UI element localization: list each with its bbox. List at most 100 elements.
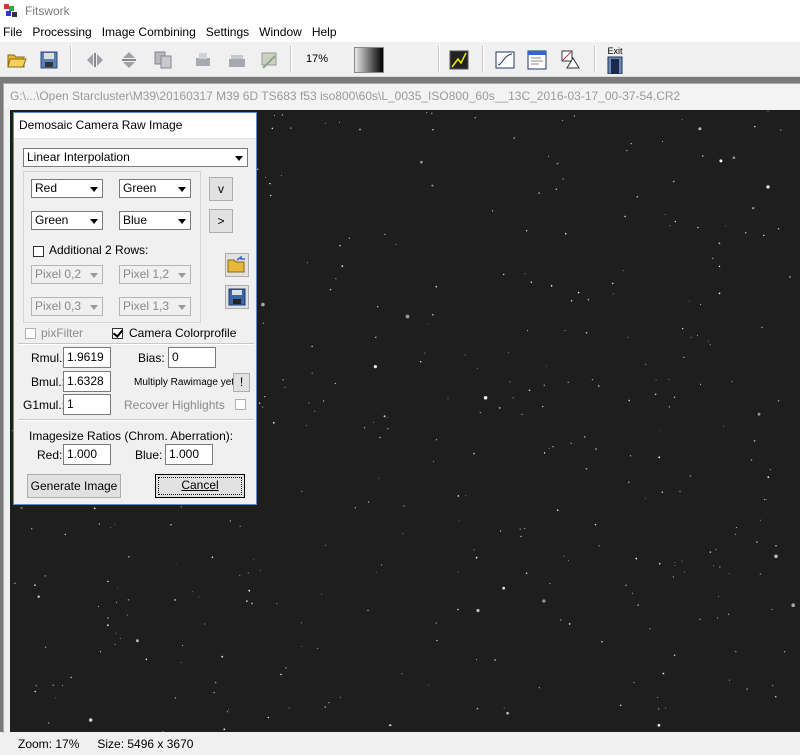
star xyxy=(262,406,264,408)
save-pattern-button[interactable] xyxy=(225,285,249,309)
menu-window[interactable]: Window xyxy=(256,25,309,39)
star xyxy=(513,137,515,139)
star xyxy=(595,448,597,450)
star xyxy=(519,528,521,530)
pixel-0-0-select[interactable]: Red xyxy=(31,179,103,198)
scanner-button[interactable] xyxy=(224,47,250,73)
generate-image-button[interactable]: Generate Image xyxy=(27,474,121,498)
star xyxy=(734,533,736,535)
star xyxy=(668,378,670,380)
star xyxy=(377,306,379,308)
star xyxy=(700,383,701,385)
pixel-1-1-select[interactable]: Blue xyxy=(119,211,191,230)
star xyxy=(538,192,540,194)
pixel-0-1-select[interactable]: Green xyxy=(31,211,103,230)
star xyxy=(649,628,651,630)
additional-rows-checkbox[interactable] xyxy=(33,246,44,257)
star xyxy=(239,525,241,527)
star xyxy=(668,406,670,408)
cancel-button[interactable]: Cancel xyxy=(155,474,245,498)
multiply-rawimage-button[interactable]: ! xyxy=(233,373,250,392)
g1mul-input[interactable]: 1 xyxy=(63,394,111,415)
star xyxy=(635,557,638,560)
star xyxy=(679,490,681,493)
menu-processing[interactable]: Processing xyxy=(29,25,98,39)
rmul-input[interactable]: 1.9619 xyxy=(63,347,111,368)
star xyxy=(612,282,614,285)
histogram-button[interactable] xyxy=(446,47,472,73)
star xyxy=(774,695,777,698)
pixel-1-2-select[interactable]: Pixel 1,2 xyxy=(119,265,191,284)
star xyxy=(402,533,404,534)
star xyxy=(672,180,675,183)
star xyxy=(226,711,229,713)
star xyxy=(314,410,316,412)
star xyxy=(354,507,357,509)
flip-vertical-button[interactable] xyxy=(116,47,142,73)
menu-file[interactable]: File xyxy=(0,25,29,39)
star xyxy=(631,592,634,594)
star xyxy=(723,425,725,427)
recover-highlights-checkbox[interactable] xyxy=(235,399,246,410)
camera-colorprofile-checkbox[interactable] xyxy=(112,328,123,339)
star xyxy=(341,265,344,267)
pixel-1-3-select[interactable]: Pixel 1,3 xyxy=(119,297,191,316)
star xyxy=(328,702,330,704)
histogram-gradient[interactable] xyxy=(354,47,384,73)
load-pattern-button[interactable] xyxy=(225,253,249,277)
bmul-input[interactable]: 1.6328 xyxy=(63,371,111,392)
ratio-red-input[interactable]: 1.000 xyxy=(63,444,111,465)
star xyxy=(718,265,721,268)
pixel-0-3-select[interactable]: Pixel 0,3 xyxy=(31,297,103,316)
interpolation-method-select[interactable]: Linear Interpolation xyxy=(23,148,248,167)
flip-horizontal-button[interactable] xyxy=(82,47,108,73)
open-folder-button[interactable] xyxy=(4,47,30,73)
star xyxy=(373,365,377,369)
star xyxy=(731,381,733,383)
star-tools-button[interactable] xyxy=(558,47,584,73)
star xyxy=(556,162,559,165)
pixel-1-0-select[interactable]: Green xyxy=(119,179,191,198)
print-button[interactable] xyxy=(190,47,216,73)
star xyxy=(99,651,102,653)
menu-settings[interactable]: Settings xyxy=(203,25,256,39)
star xyxy=(520,535,522,538)
star xyxy=(732,156,736,159)
exit-button[interactable]: Exit xyxy=(602,44,628,76)
menu-help[interactable]: Help xyxy=(309,25,344,39)
pixel-0-2-select[interactable]: Pixel 0,2 xyxy=(31,265,103,284)
star xyxy=(654,393,657,396)
star xyxy=(684,571,685,573)
pixel-0-1-value: Green xyxy=(35,213,69,227)
star xyxy=(384,233,386,235)
tools-button[interactable] xyxy=(256,47,282,73)
pattern-down-button[interactable]: v xyxy=(209,177,233,201)
star xyxy=(264,396,266,398)
star xyxy=(267,716,269,719)
copy-image-button[interactable] xyxy=(150,47,176,73)
star xyxy=(509,381,511,383)
star xyxy=(390,724,392,726)
fits-header-button[interactable] xyxy=(524,47,550,73)
star xyxy=(594,523,597,526)
star xyxy=(718,292,721,295)
save-button[interactable] xyxy=(36,47,62,73)
curve-button[interactable] xyxy=(492,47,518,73)
pixfilter-checkbox[interactable] xyxy=(25,328,36,339)
star xyxy=(769,469,772,471)
menu-image-combining[interactable]: Image Combining xyxy=(99,25,203,39)
star xyxy=(93,507,96,510)
ratio-blue-input[interactable]: 1.000 xyxy=(165,444,213,465)
star xyxy=(543,384,545,386)
star xyxy=(311,345,313,348)
pattern-next-button[interactable]: > xyxy=(209,209,233,233)
star xyxy=(708,340,709,342)
star xyxy=(491,210,494,212)
bias-input[interactable]: 0 xyxy=(168,347,216,368)
star xyxy=(162,731,164,732)
star xyxy=(476,707,479,710)
star xyxy=(713,565,714,567)
star xyxy=(431,184,434,187)
star xyxy=(383,415,386,418)
star xyxy=(717,617,718,619)
